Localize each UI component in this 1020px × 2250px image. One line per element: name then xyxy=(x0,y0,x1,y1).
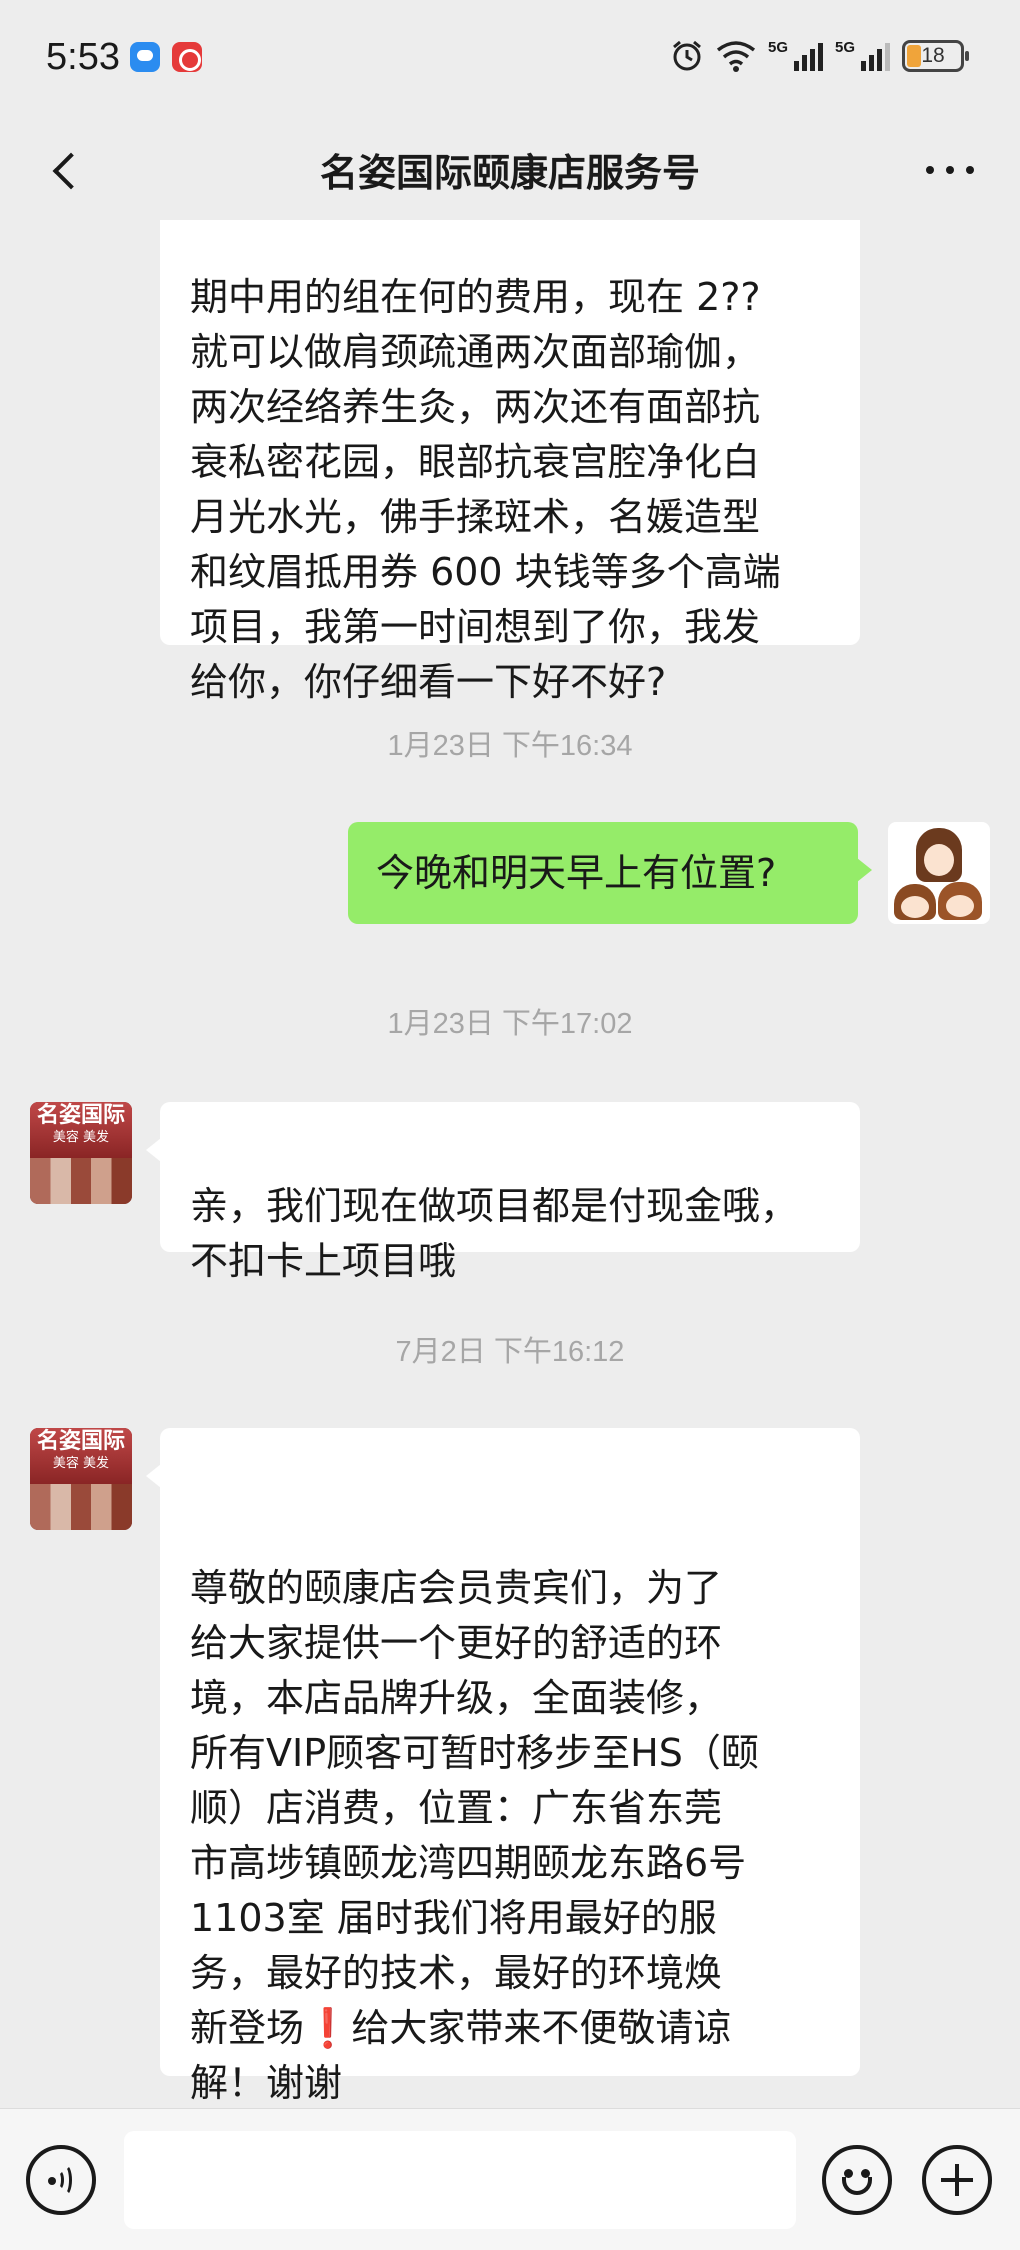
alarm-icon xyxy=(673,40,701,71)
battery-level: 18 xyxy=(921,44,945,67)
message-input[interactable] xyxy=(124,2131,796,2229)
message-text: 亲，我们现在做项目都是付现金哦， 不扣卡上项目哦 xyxy=(190,1184,799,1283)
wifi-icon xyxy=(716,41,756,72)
store-sign-subtext: 美容 美发 xyxy=(52,1456,110,1471)
store-avatar[interactable]: 名姿国际 美容 美发 xyxy=(30,1102,132,1204)
status-bar: 5:53 5G 5G 18 xyxy=(0,0,1020,120)
status-time: 5:53 xyxy=(46,36,120,78)
status-icons: 5G 5G 18 xyxy=(670,36,969,76)
message-notification-icon xyxy=(130,42,160,72)
message-bubble-outgoing[interactable]: 今晚和明天早上有位置? xyxy=(348,822,872,924)
input-bar xyxy=(0,2108,1020,2250)
signal-strength-icon-2: 5G xyxy=(835,39,890,71)
battery-icon: 18 xyxy=(902,40,969,72)
chat-messages[interactable]: 期中用的组在何的费用，现在 2?? 就可以做肩颈疏通两次面部瑜伽， 两次经络养生… xyxy=(0,220,1020,2108)
store-avatar[interactable]: 名姿国际 美容 美发 xyxy=(30,1428,132,1530)
network-type-label-2: 5G xyxy=(835,39,856,56)
signal-strength-icon: 5G xyxy=(768,39,823,71)
message-timestamp: 1月23日 下午16:34 xyxy=(387,730,633,762)
store-sign-text: 名姿国际 xyxy=(36,1429,125,1454)
message-text: 尊敬的颐康店会员贵宾们，为了 给大家提供一个更好的舒适的环 境，本店品牌升级，全… xyxy=(190,1566,759,2050)
message-timestamp: 7月2日 下午16:12 xyxy=(395,1336,625,1368)
store-sign-text: 名姿国际 xyxy=(36,1103,125,1128)
message-bubble-incoming[interactable]: 尊敬的颐康店会员贵宾们，为了 给大家提供一个更好的舒适的环 境，本店品牌升级，全… xyxy=(146,1428,860,2105)
chat-header: 名姿国际颐康店服务号 xyxy=(0,120,1020,220)
voice-input-icon[interactable] xyxy=(26,2145,96,2215)
back-button[interactable] xyxy=(40,142,96,198)
message-bubble-incoming[interactable]: 亲，我们现在做项目都是付现金哦， 不扣卡上项目哦 xyxy=(146,1102,860,1283)
exclamation-icon: ❗ xyxy=(304,2006,352,2050)
message-bubble-incoming[interactable]: 期中用的组在何的费用，现在 2?? 就可以做肩颈疏通两次面部瑜伽， 两次经络养生… xyxy=(160,220,860,704)
message-timestamp: 1月23日 下午17:02 xyxy=(387,1008,633,1040)
store-sign-subtext: 美容 美发 xyxy=(52,1130,110,1145)
network-type-label: 5G xyxy=(768,39,789,56)
page-title: 名姿国际颐康店服务号 xyxy=(319,151,700,195)
message-text: 今晚和明天早上有位置? xyxy=(376,851,777,895)
emoji-icon[interactable] xyxy=(822,2145,892,2215)
app-notification-icon xyxy=(172,42,202,72)
more-options-button[interactable] xyxy=(920,144,980,196)
add-attachment-icon[interactable] xyxy=(922,2145,992,2215)
user-avatar[interactable] xyxy=(888,822,990,924)
message-text: 期中用的组在何的费用，现在 2?? 就可以做肩颈疏通两次面部瑜伽， 两次经络养生… xyxy=(190,275,781,704)
